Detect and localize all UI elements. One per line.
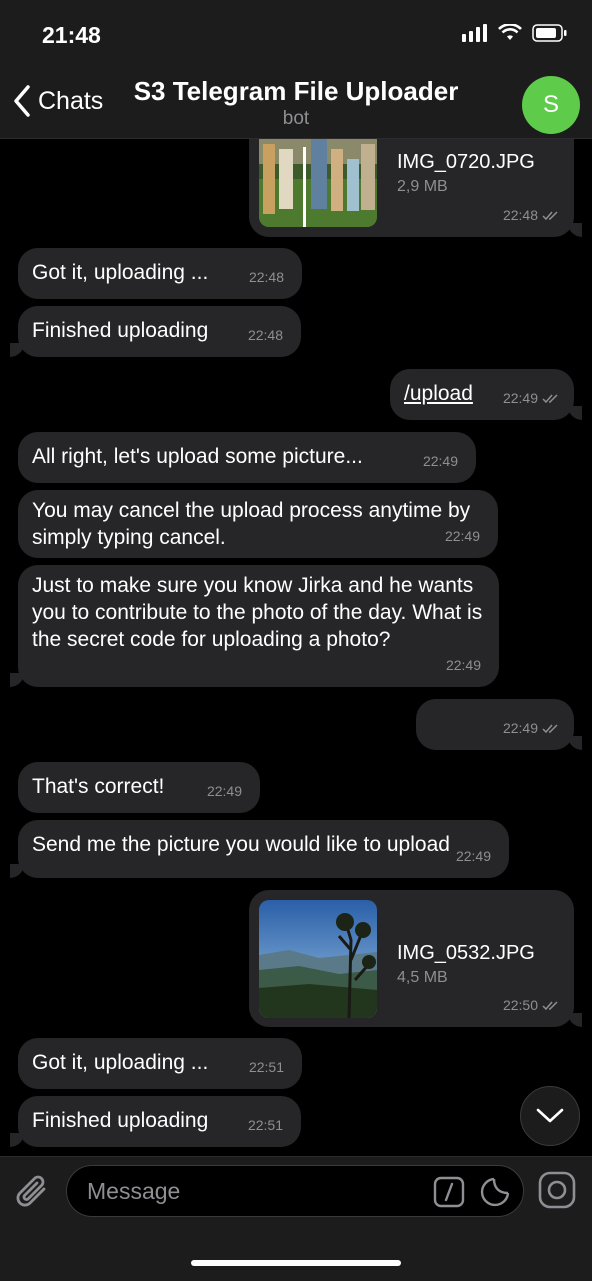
file-name: IMG_0720.JPG (397, 151, 535, 173)
message-time: 22:49 (503, 385, 560, 412)
message-text[interactable]: /upload 22:49 (390, 369, 582, 420)
message-time: 22:49 (445, 657, 481, 673)
message-file[interactable]: IMG_0532.JPG 4,5 MB 22:50 (249, 890, 582, 1027)
message-body: That's correct! (32, 775, 165, 798)
sticker-icon (480, 1177, 510, 1207)
message-time: 22:49 (444, 528, 480, 544)
message-text[interactable]: Finished uploading 22:48 (10, 306, 301, 357)
status-icons (462, 24, 568, 42)
message-body: Finished uploading (32, 1109, 209, 1132)
message-time: 22:49 (422, 453, 458, 469)
home-indicator (191, 1260, 401, 1266)
file-size: 4,5 MB (397, 969, 448, 986)
avatar[interactable]: S (522, 76, 580, 134)
camera-icon (538, 1171, 576, 1209)
message-time: 22:48 (247, 327, 283, 343)
signal-icon (462, 24, 487, 42)
camera-button[interactable] (538, 1171, 576, 1214)
message-text[interactable]: Just to make sure you know Jirka and he … (10, 565, 499, 687)
chat-subtitle: bot (282, 108, 310, 129)
message-text[interactable]: Got it, uploading ... 22:51 (18, 1038, 302, 1089)
bot-commands-button[interactable] (433, 1176, 465, 1213)
chat-title[interactable]: S3 Telegram File Uploader (0, 76, 592, 107)
message-body: Just to make sure you know Jirka and he … (32, 574, 483, 651)
photo-thumbnail[interactable] (259, 900, 377, 1018)
message-time: 22:49 (206, 783, 242, 799)
message-body: Got it, uploading ... (32, 1051, 209, 1074)
attach-button[interactable] (14, 1171, 52, 1216)
status-bar: 21:48 (0, 0, 592, 70)
message-text[interactable]: Send me the picture you would like to up… (10, 820, 509, 878)
paperclip-icon (16, 1175, 46, 1207)
message-text[interactable]: All right, let's upload some picture... … (18, 432, 476, 483)
double-check-icon (542, 394, 558, 404)
message-text[interactable]: Got it, uploading ... 22:48 (18, 248, 302, 299)
message-text[interactable]: 22:49 (416, 699, 582, 750)
message-text[interactable]: You may cancel the upload process anytim… (18, 490, 498, 558)
double-check-icon (542, 211, 558, 221)
message-time: 22:50 (503, 992, 560, 1019)
double-check-icon (542, 724, 558, 734)
message-time: 22:48 (503, 202, 560, 229)
message-text[interactable]: That's correct! 22:49 (18, 762, 260, 813)
chat-header: Chats S3 Telegram File Uploader bot S (0, 70, 592, 139)
status-time: 21:48 (42, 22, 101, 48)
slash-command-icon (433, 1176, 465, 1208)
message-time: 22:49 (455, 848, 491, 864)
wifi-icon (498, 24, 522, 40)
file-size: 2,9 MB (397, 178, 448, 195)
message-list[interactable]: IMG_0720.JPG 2,9 MB 22:48 Got it, upload… (0, 139, 592, 1156)
bot-command-link[interactable]: /upload (404, 380, 473, 407)
message-time: 22:49 (503, 715, 560, 742)
chevron-down-icon (536, 1108, 564, 1123)
message-text[interactable]: Finished uploading 22:51 (10, 1096, 301, 1147)
message-file[interactable]: IMG_0720.JPG 2,9 MB 22:48 (249, 139, 582, 237)
message-time: 22:48 (248, 269, 284, 285)
photo-thumbnail[interactable] (259, 139, 377, 227)
battery-icon (532, 24, 567, 42)
message-placeholder: Message (87, 1178, 181, 1204)
message-time: 22:51 (247, 1117, 283, 1133)
message-body: Finished uploading (32, 319, 209, 342)
message-body: All right, let's upload some picture... (32, 445, 363, 468)
message-body: You may cancel the upload process anytim… (32, 499, 471, 549)
message-body: Got it, uploading ... (32, 261, 209, 284)
message-input[interactable]: Message (66, 1165, 524, 1217)
message-body: Send me the picture you would like to up… (32, 833, 450, 856)
message-time: 22:51 (248, 1059, 284, 1075)
file-name: IMG_0532.JPG (397, 942, 535, 964)
double-check-icon (542, 1001, 558, 1011)
scroll-down-button[interactable] (520, 1086, 580, 1146)
sticker-button[interactable] (479, 1176, 511, 1213)
